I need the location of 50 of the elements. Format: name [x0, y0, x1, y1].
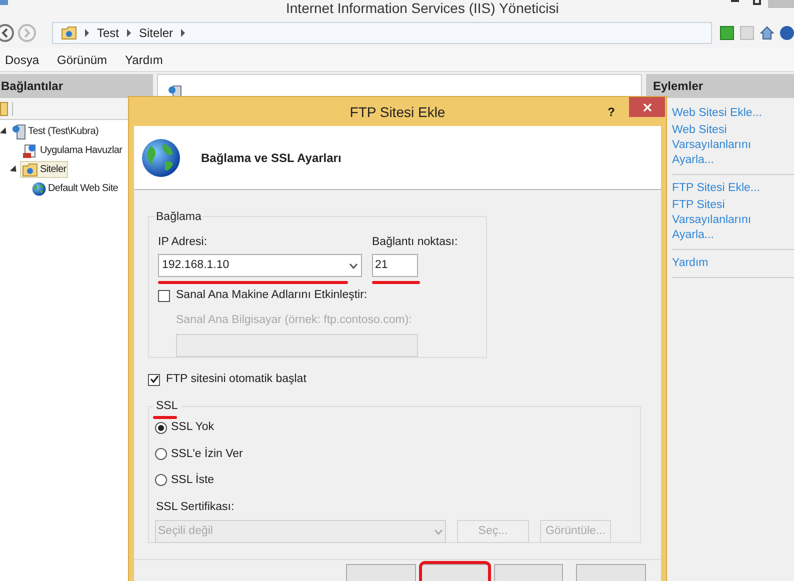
radio-label: SSL Yok: [171, 420, 214, 436]
menu-item[interactable]: Dosya: [5, 50, 40, 68]
close-icon: [642, 102, 652, 112]
help-icon[interactable]: [780, 26, 794, 40]
breadcrumb-arrow-icon[interactable]: [181, 29, 186, 37]
tree-item[interactable]: Uygulama Havuzlar: [20, 142, 124, 160]
radio-label: SSL'e İzin Ver: [171, 446, 243, 462]
checkbox-label: Sanal Ana Makine Adlarını Etkinleştir:: [176, 288, 368, 304]
dialog-title: FTP Sitesi Ekle: [350, 103, 446, 122]
tree-item[interactable]: Default Web Site: [30, 180, 120, 197]
globe-icon: [32, 182, 46, 196]
port-field[interactable]: 21: [372, 254, 418, 278]
close-button[interactable]: [629, 97, 665, 117]
field-label: Bağlantı noktası:: [372, 235, 458, 250]
breadcrumb[interactable]: Test: [97, 24, 120, 42]
pool-icon: [22, 142, 38, 158]
checkbox[interactable]: [158, 290, 170, 302]
folder-icon: [22, 162, 38, 176]
chevron-down-icon: [434, 528, 443, 535]
home-icon[interactable]: [760, 26, 774, 40]
help-button[interactable]: ?: [608, 102, 615, 120]
breadcrumb[interactable]: Siteler: [139, 24, 174, 42]
radio-label: SSL İste: [171, 472, 214, 488]
menu-item[interactable]: Yardım: [125, 50, 163, 68]
checkbox[interactable]: [148, 374, 160, 386]
arrow-left-icon: [0, 28, 10, 38]
breadcrumb-arrow-icon[interactable]: [85, 29, 89, 37]
server-icon: [12, 124, 26, 140]
window-title: Internet Information Services (IIS) Yöneticisi: [286, 0, 559, 16]
tree-item[interactable]: Test (Test\Kubra): [10, 122, 100, 140]
address-bar[interactable]: Test Siteler: [52, 22, 712, 44]
field-label: SSL Sertifikası:: [155, 500, 236, 515]
annotation-underline: [153, 416, 177, 418]
field-label: Sanal Ana Bilgisayar (örnek: ftp.contoso.com):: [176, 312, 413, 328]
menu-item[interactable]: Görünüm: [57, 50, 108, 68]
header-title: Bağlama ve SSL Ayarları: [201, 150, 342, 166]
arrow-right-icon: [22, 28, 32, 38]
field-label: IP Adresi:: [158, 235, 208, 250]
chevron-down-icon: [349, 262, 358, 269]
checkbox-label: FTP sitesini otomatik başlat: [166, 372, 306, 387]
annotation-underline: [372, 281, 420, 284]
folder-icon: [61, 26, 77, 40]
panel-header: Bağlantılar: [0, 74, 153, 98]
back-button[interactable]: [0, 24, 14, 42]
panel-header: Eylemler: [647, 74, 794, 98]
breadcrumb-arrow-icon[interactable]: [127, 29, 132, 37]
new-connection-icon[interactable]: [0, 102, 8, 116]
ip-address-dropdown[interactable]: 192.168.1.10: [158, 254, 362, 278]
tree-item[interactable]: Siteler: [20, 161, 68, 178]
globe-icon: [141, 138, 181, 178]
